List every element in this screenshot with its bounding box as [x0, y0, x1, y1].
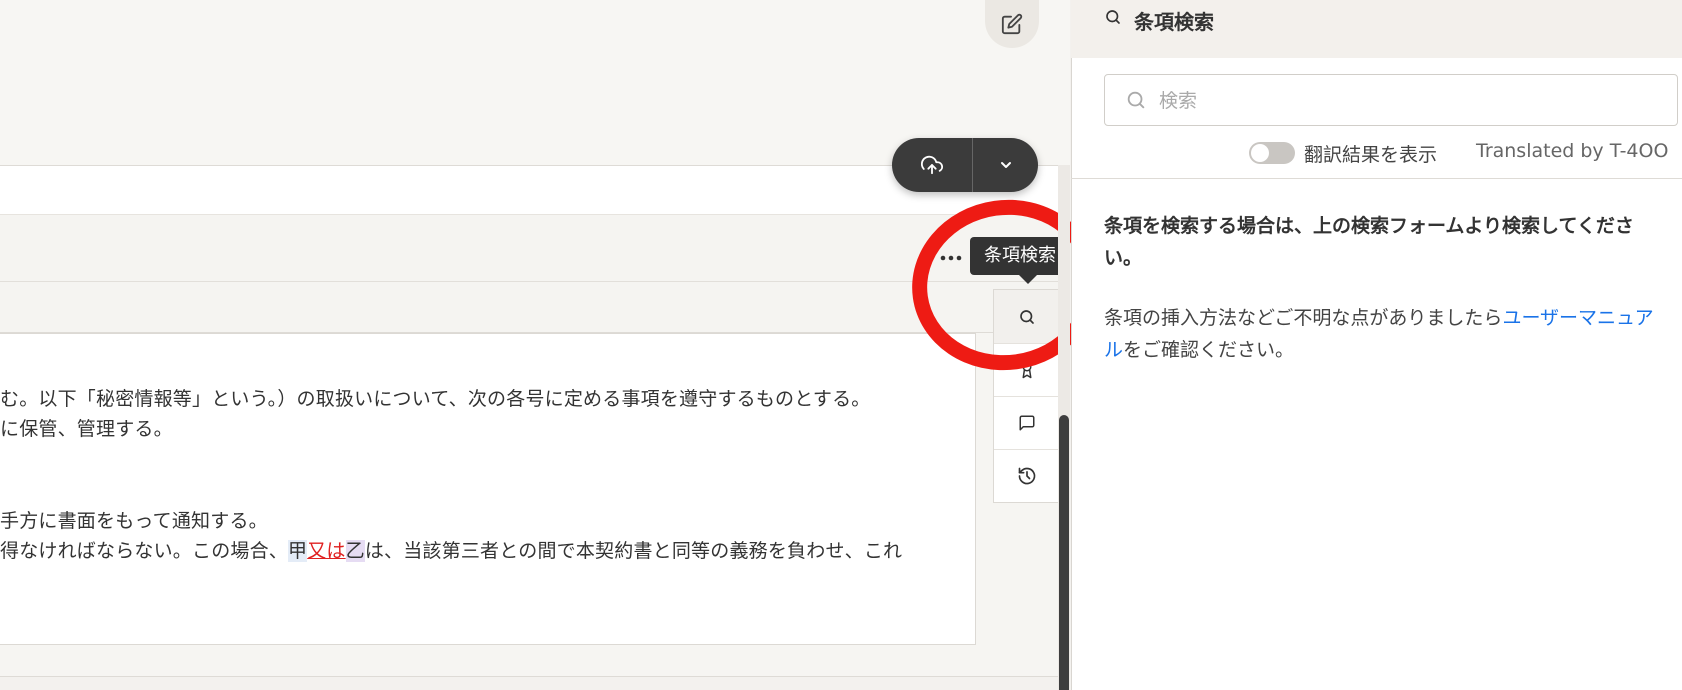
scrollbar-thumb[interactable] — [1059, 415, 1069, 690]
text-segment: は、当該第三者との間で本契約書と同等の義務を負わせ、これ — [364, 540, 903, 562]
search-help-heading: 条項を検索する場合は、上の検索フォームより検索してください。 — [1104, 215, 1634, 269]
search-input[interactable] — [1157, 83, 1661, 119]
cloud-upload-icon — [921, 155, 943, 175]
comment-icon — [1019, 415, 1034, 430]
upload-options-dropdown[interactable] — [973, 138, 1038, 192]
divider — [1071, 178, 1682, 179]
search-icon — [1106, 10, 1120, 24]
history-tool-button[interactable] — [994, 449, 1059, 502]
comment-tool-button[interactable] — [994, 396, 1059, 450]
highlight-conjunction[interactable]: 又は — [307, 540, 345, 562]
toggle-knob — [1251, 144, 1269, 162]
translation-toggle[interactable] — [1249, 142, 1295, 164]
upload-button-group — [892, 138, 1038, 192]
document-line: 得なければならない。この場合、甲又は乙は、当該第三者との間で本契約書と同等の義務… — [0, 536, 902, 563]
text-segment: 得なければならない。この場合、 — [0, 540, 289, 562]
document-line: 手方に書面をもって通知する。 — [0, 510, 268, 532]
panel-title: 条項検索 — [1134, 10, 1214, 34]
search-icon — [1125, 89, 1147, 115]
document-line: に保管、管理する。 — [0, 418, 173, 440]
highlight-party-b[interactable]: 乙 — [345, 540, 365, 562]
document-text-card[interactable]: む。以下「秘密情報等」という。）の取扱いについて、次の各号に定める事項を遵守する… — [0, 333, 976, 645]
help-text-segment: をご確認ください。 — [1123, 339, 1295, 361]
translation-toggle-label: 翻訳結果を表示 — [1304, 144, 1438, 166]
clause-search-box[interactable] — [1104, 74, 1678, 126]
upload-button[interactable] — [892, 138, 972, 192]
history-icon — [1018, 467, 1035, 484]
search-help-text: 条項の挿入方法などご不明な点がありましたらユーザーマニュアルをご確認ください。 — [1104, 302, 1664, 366]
chevron-down-icon — [1000, 162, 1011, 168]
edit-icon — [1001, 13, 1023, 35]
panel-search-icon — [1104, 8, 1122, 30]
help-text-segment: 条項の挿入方法などご不明な点がありましたら — [1104, 307, 1503, 329]
document-row — [0, 215, 1060, 282]
document-line: む。以下「秘密情報等」という。）の取扱いについて、次の各号に定める事項を遵守する… — [0, 388, 871, 410]
translated-by-label: Translated by T-4OO — [1476, 140, 1669, 162]
highlight-party-a[interactable]: 甲 — [288, 540, 308, 562]
document-row — [0, 282, 1060, 333]
